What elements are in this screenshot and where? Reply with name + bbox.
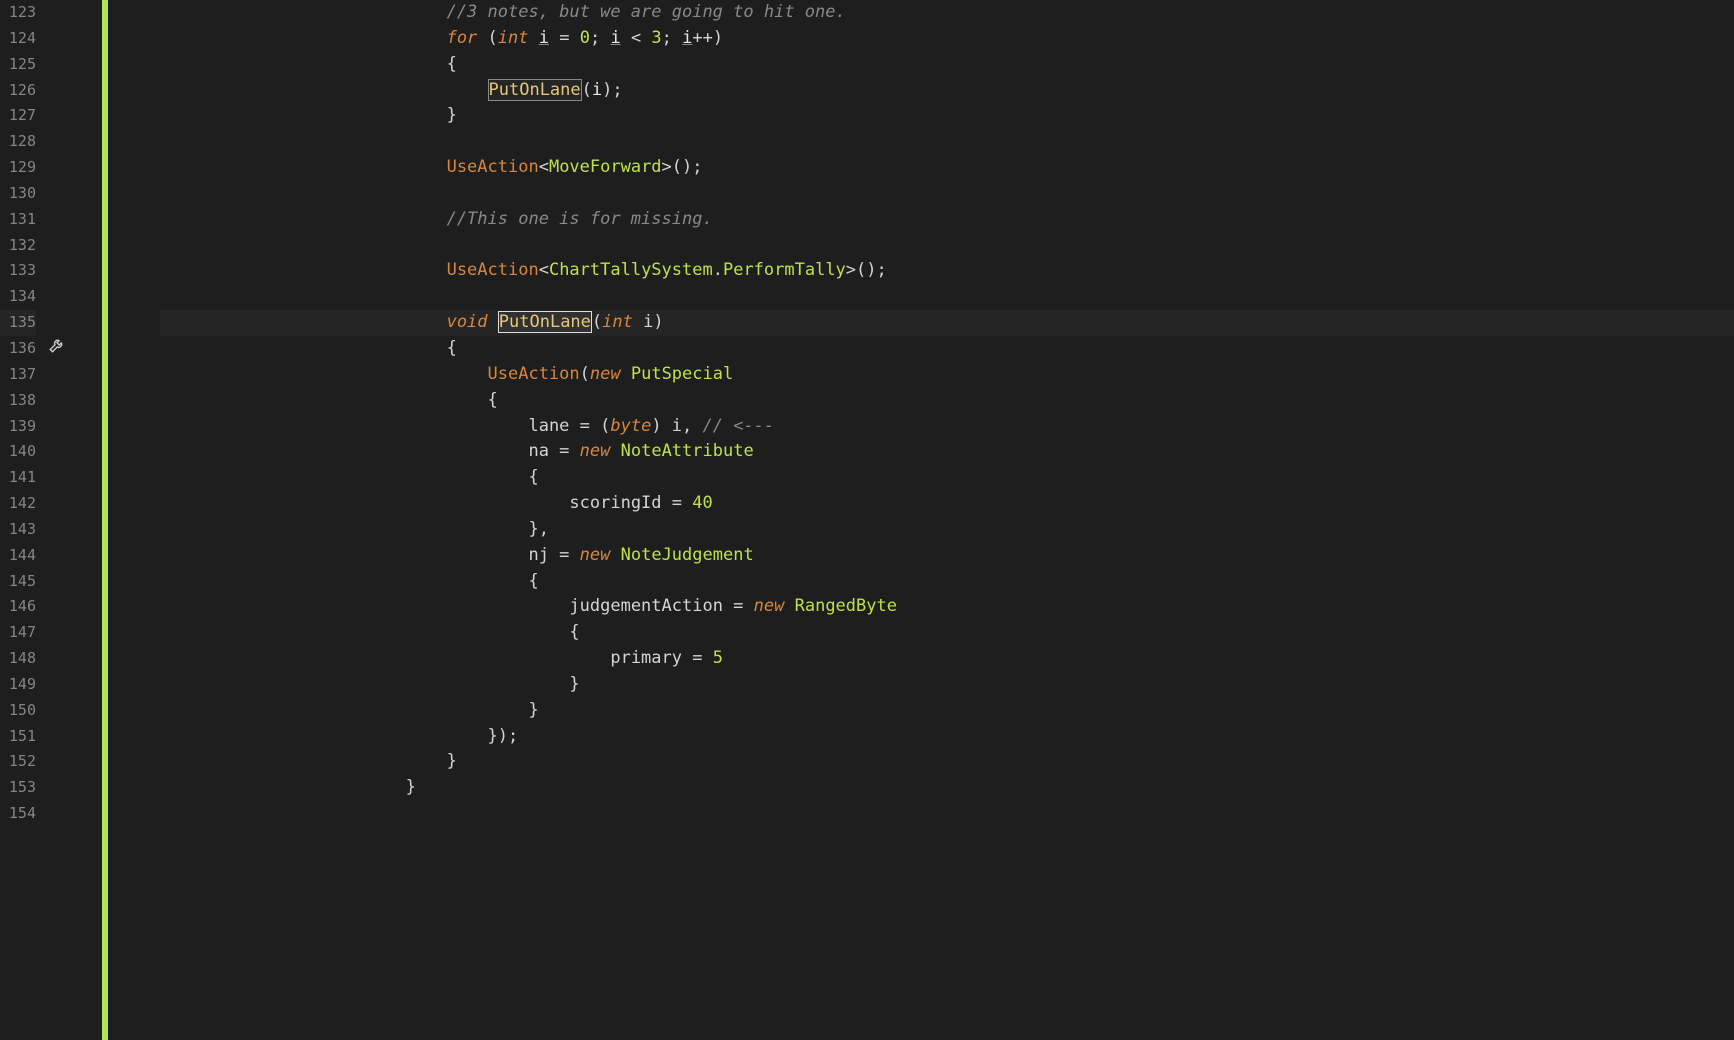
line-number: 130 (0, 181, 36, 207)
line-number: 126 (0, 78, 36, 104)
line-number: 152 (0, 749, 36, 775)
line-number: 124 (0, 26, 36, 52)
code-line[interactable]: { (160, 52, 1734, 78)
code-line[interactable]: } (160, 749, 1734, 775)
line-number: 137 (0, 362, 36, 388)
code-line[interactable]: na = new NoteAttribute (160, 439, 1734, 465)
code-editor: 1231241251261271281291301311321331341351… (0, 0, 1734, 1040)
selection-occurrence-current: PutOnLane (498, 311, 592, 333)
code-line[interactable] (160, 284, 1734, 310)
code-line[interactable]: } (160, 672, 1734, 698)
code-line[interactable]: scoringId = 40 (160, 491, 1734, 517)
code-line[interactable]: } (160, 103, 1734, 129)
code-line[interactable]: for (int i = 0; i < 3; i++) (160, 26, 1734, 52)
code-line[interactable]: }, (160, 517, 1734, 543)
code-line[interactable]: //This one is for missing. (160, 207, 1734, 233)
line-number: 143 (0, 517, 36, 543)
code-line[interactable]: }); (160, 724, 1734, 750)
line-number: 134 (0, 284, 36, 310)
line-number: 148 (0, 646, 36, 672)
line-number: 132 (0, 233, 36, 259)
line-number: 131 (0, 207, 36, 233)
line-number: 135 (0, 310, 36, 336)
code-line[interactable] (160, 801, 1734, 827)
code-line[interactable]: judgementAction = new RangedByte (160, 594, 1734, 620)
code-line[interactable]: { (160, 465, 1734, 491)
line-number: 123 (0, 0, 36, 26)
line-number: 154 (0, 801, 36, 827)
code-line[interactable]: { (160, 569, 1734, 595)
line-number: 125 (0, 52, 36, 78)
code-line[interactable]: { (160, 388, 1734, 414)
code-line[interactable]: { (160, 620, 1734, 646)
quick-fix-icon[interactable] (48, 336, 66, 359)
code-line[interactable] (160, 181, 1734, 207)
line-number: 147 (0, 620, 36, 646)
line-number: 128 (0, 129, 36, 155)
line-number: 149 (0, 672, 36, 698)
code-line[interactable]: lane = (byte) i, // <--- (160, 414, 1734, 440)
code-line[interactable]: nj = new NoteJudgement (160, 543, 1734, 569)
code-line[interactable]: } (160, 698, 1734, 724)
line-number: 150 (0, 698, 36, 724)
line-number: 140 (0, 439, 36, 465)
selection-occurrence: PutOnLane (488, 79, 582, 101)
fold-column (108, 0, 160, 1040)
code-line[interactable]: void PutOnLane(int i) (160, 310, 1734, 336)
code-line[interactable]: { (160, 336, 1734, 362)
code-line[interactable]: UseAction<MoveForward>(); (160, 155, 1734, 181)
code-line[interactable]: UseAction(new PutSpecial (160, 362, 1734, 388)
line-number: 133 (0, 258, 36, 284)
line-number: 146 (0, 594, 36, 620)
line-number: 142 (0, 491, 36, 517)
code-line[interactable]: } (160, 775, 1734, 801)
marker-column (42, 0, 102, 1040)
line-number: 138 (0, 388, 36, 414)
line-number: 129 (0, 155, 36, 181)
code-line[interactable]: UseAction<ChartTallySystem.PerformTally>… (160, 258, 1734, 284)
line-number: 144 (0, 543, 36, 569)
code-line[interactable]: PutOnLane(i); (160, 78, 1734, 104)
line-number: 151 (0, 724, 36, 750)
code-line[interactable]: //3 notes, but we are going to hit one. (160, 0, 1734, 26)
line-number: 139 (0, 414, 36, 440)
code-line[interactable] (160, 129, 1734, 155)
code-content-area[interactable]: //3 notes, but we are going to hit one. … (160, 0, 1734, 1040)
code-line[interactable]: primary = 5 (160, 646, 1734, 672)
line-number-gutter: 1231241251261271281291301311321331341351… (0, 0, 42, 1040)
line-number: 145 (0, 569, 36, 595)
code-line[interactable] (160, 233, 1734, 259)
line-number: 136 (0, 336, 36, 362)
line-number: 141 (0, 465, 36, 491)
line-number: 127 (0, 103, 36, 129)
line-number: 153 (0, 775, 36, 801)
